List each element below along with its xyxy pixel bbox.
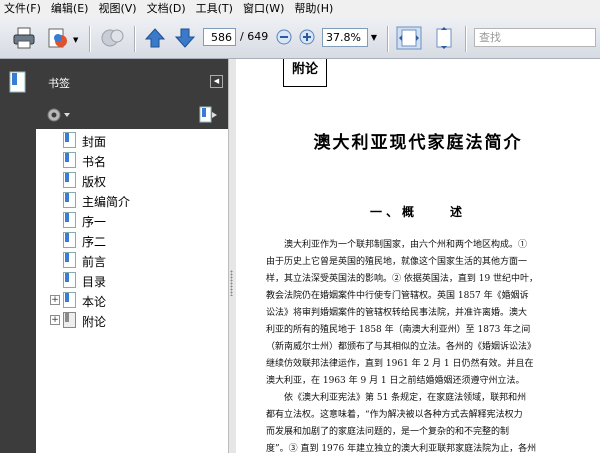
body-text-line: 由于历史上它曾是英国的殖民地，就像这个国家生活的其他方面一 <box>266 257 528 267</box>
section-label: 附论 <box>283 59 327 87</box>
page-number-input[interactable]: 586 <box>203 28 236 46</box>
arrow-up-icon <box>144 28 166 48</box>
printer-icon <box>13 27 35 49</box>
bookmark-item[interactable]: 序二 <box>36 230 206 250</box>
toolbar-separator <box>387 26 389 52</box>
bookmark-item[interactable]: 版权 <box>36 170 206 190</box>
zoom-input[interactable]: 37.8% <box>322 28 368 47</box>
menu-file[interactable]: 文件(F) <box>0 0 47 18</box>
bookmark-panel-icon <box>9 71 26 93</box>
fit-page-button[interactable] <box>431 26 457 53</box>
bookmark-label: 目录 <box>82 275 107 289</box>
gear-icon <box>47 108 70 122</box>
fit-page-icon <box>436 27 452 49</box>
bookmark-item[interactable]: 序一 <box>36 210 206 230</box>
print-button[interactable] <box>12 26 36 53</box>
menu-tools[interactable]: 工具(T) <box>192 0 239 18</box>
splitter-grip-icon[interactable] <box>230 270 233 296</box>
body-text-line: 讼法》将审判婚姻案件的管辖权转给民事法院，并准许离婚。澳大 <box>266 308 528 318</box>
bookmark-label: 主编简介 <box>82 195 131 209</box>
zoom-in-icon <box>299 29 315 45</box>
expand-toggle-icon[interactable]: + <box>50 295 60 305</box>
menu-view[interactable]: 视图(V) <box>94 0 142 18</box>
bookmarks-toolbar <box>36 101 228 129</box>
bookmarks-panel-header: 书签 ◀ <box>36 59 228 101</box>
search-input[interactable]: 查找 <box>474 28 596 47</box>
bookmark-expand-icon <box>199 106 217 123</box>
fit-width-icon <box>396 26 422 50</box>
bookmark-label: 书名 <box>82 155 107 169</box>
body-text-line: 澳大利亚作为一个联邦制国家，由六个州和两个地区构成。① <box>266 240 528 250</box>
bookmark-icon <box>63 192 76 211</box>
bookmarks-panel: 书签 ◀ 封面 书名 版权 主编简介 序一 序二 前言 目录 + 本论 + 附论 <box>36 59 228 453</box>
bookmark-label: 本论 <box>82 295 107 309</box>
bookmark-icon <box>63 152 76 171</box>
document-title: 澳大利亚现代家庭法简介 <box>313 133 523 153</box>
body-text-line: 而发展和加剧了的家庭法问题的，是一个复杂的和不完整的制 <box>266 427 510 437</box>
bookmark-icon <box>63 212 76 231</box>
fit-width-button[interactable] <box>396 26 422 53</box>
toolbar-separator <box>134 26 136 52</box>
body-text-line: 教会法院仍在婚姻案件中行使专门管辖权。英国 1857 年《婚姻诉 <box>266 291 529 301</box>
bookmark-item[interactable]: 书名 <box>36 150 206 170</box>
collaborate-button[interactable] <box>100 26 126 53</box>
bookmark-item[interactable]: 目录 <box>36 270 206 290</box>
zoom-out-icon <box>276 29 292 45</box>
bookmark-label: 前言 <box>82 255 107 269</box>
bookmark-icon <box>63 292 76 311</box>
bookmark-item[interactable]: + 本论 <box>36 290 206 310</box>
bookmark-item[interactable]: 前言 <box>36 250 206 270</box>
collaborate-icon <box>101 29 124 47</box>
bookmark-label: 序一 <box>82 215 107 229</box>
menu-bar: 文件(F) 编辑(E) 视图(V) 文档(D) 工具(T) 窗口(W) 帮助(H… <box>0 0 600 18</box>
create-document-icon <box>48 28 67 48</box>
zoom-in-button[interactable] <box>299 29 315 48</box>
bookmark-item[interactable]: 封面 <box>36 130 206 150</box>
menu-help[interactable]: 帮助(H) <box>290 0 339 18</box>
zoom-dropdown-arrow-icon[interactable]: ▼ <box>368 28 380 47</box>
menu-document[interactable]: 文档(D) <box>143 0 192 18</box>
bookmark-icon <box>63 232 76 251</box>
body-text-line: 澳大利亚，在 1963 年 9 月 1 日之前结婚婚姻还须遵守州立法。 <box>266 376 525 386</box>
expand-bookmark-button[interactable] <box>198 106 218 127</box>
menu-window[interactable]: 窗口(W) <box>239 0 290 18</box>
bookmark-item[interactable]: 主编简介 <box>36 190 206 210</box>
menu-edit[interactable]: 编辑(E) <box>47 0 95 18</box>
create-dropdown-arrow-icon[interactable]: ▼ <box>73 36 78 44</box>
collapse-panel-button[interactable]: ◀ <box>210 75 223 88</box>
panel-title: 书签 <box>48 77 70 90</box>
toolbar-separator <box>465 26 467 52</box>
section-heading: 一、概 述 <box>369 205 466 219</box>
body-text-line: 样，其立法深受英国法的影响。② 依据英国法，直到 19 世纪中叶， <box>266 274 539 284</box>
body-text-line: 度”。③ 直到 1976 年建立独立的澳大利亚联邦家庭法院为止，各州 <box>266 444 537 453</box>
navigation-pane-strip <box>0 59 36 453</box>
previous-page-button[interactable] <box>144 27 166 52</box>
page-count: / 649 <box>240 30 269 43</box>
arrow-down-icon <box>174 28 196 48</box>
bookmark-label: 序二 <box>82 235 107 249</box>
bookmark-label: 版权 <box>82 175 107 189</box>
create-pdf-button[interactable] <box>46 26 70 53</box>
toolbar-separator <box>89 26 91 52</box>
bookmark-icon <box>63 252 76 271</box>
bookmark-icon <box>63 172 76 191</box>
body-text-line: 继续仿效联邦法律运作，直到 1961 年 2 月 1 日仍然有效。并且在 <box>266 359 534 369</box>
bookmark-icon <box>63 312 76 331</box>
body-text-line: 依《澳大利亚宪法》第 51 条规定，在家庭法领域，联邦和州 <box>266 393 527 403</box>
bookmark-label: 附论 <box>82 315 107 329</box>
bookmark-icon <box>63 272 76 291</box>
body-text-line: （新南威尔士州）都颁布了与其相似的立法。各州的《婚姻诉讼法》 <box>266 342 537 352</box>
bookmark-item[interactable]: + 附论 <box>36 310 206 330</box>
toolbar: ▼ 586 / 649 37.8% ▼ 查找 <box>0 18 600 59</box>
zoom-out-button[interactable] <box>276 29 292 48</box>
body-text-line: 利亚的所有的殖民地于 1858 年（南澳大利亚州）至 1873 年之间 <box>266 325 531 335</box>
document-page: 附论 澳大利亚现代家庭法简介 一、概 述 澳大利亚作为一个联邦制国家，由六个州和… <box>236 59 600 453</box>
options-button[interactable] <box>46 107 72 126</box>
expand-toggle-icon[interactable]: + <box>50 315 60 325</box>
bookmarks-tab[interactable] <box>9 71 27 96</box>
bookmark-label: 封面 <box>82 135 107 149</box>
next-page-button[interactable] <box>174 27 196 52</box>
body-text-line: 都有立法权。这意味着，“作为解决被以各种方式去解释宪法权力 <box>266 410 523 420</box>
bookmark-icon <box>63 132 76 151</box>
